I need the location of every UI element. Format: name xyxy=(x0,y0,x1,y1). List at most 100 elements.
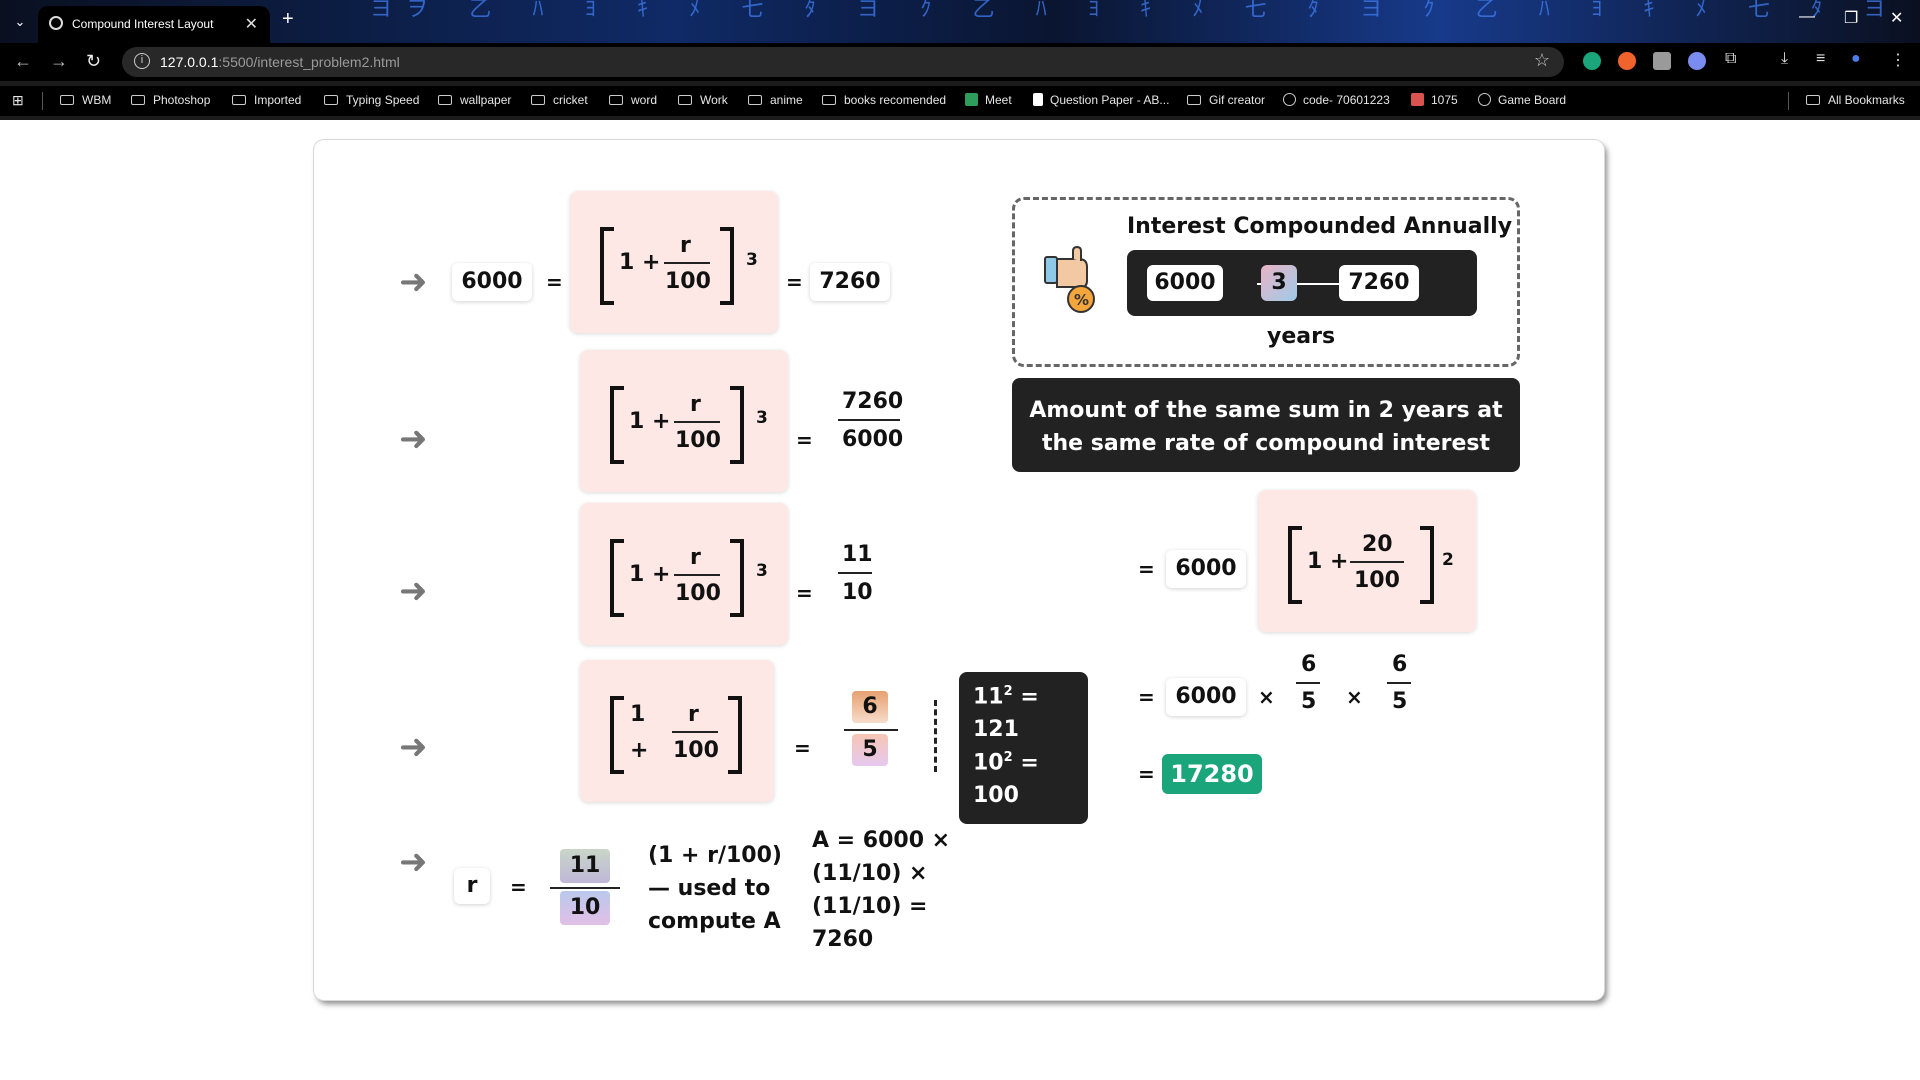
rate-numerator: 20 xyxy=(1362,532,1393,557)
puzzle-extensions-icon[interactable]: ⧉ xyxy=(1725,50,1736,68)
folder-icon xyxy=(822,95,836,105)
summary-title: Interest Compounded Annually xyxy=(1127,214,1513,239)
folder-icon xyxy=(1806,95,1820,105)
folder-icon xyxy=(60,95,74,105)
fraction-bar xyxy=(1350,561,1404,563)
folder-icon xyxy=(678,95,692,105)
one: 1 xyxy=(630,702,646,727)
fraction-bar xyxy=(550,887,620,889)
numerator-r: r xyxy=(680,233,691,258)
right-bracket xyxy=(730,539,744,617)
fraction-bar xyxy=(1387,682,1411,684)
bookmark-1075[interactable]: 1075 xyxy=(1411,93,1458,107)
window-close-icon[interactable]: ✕ xyxy=(1890,8,1903,28)
page-content: ➜ 6000 = 1 + r 100 3 = 7260 ➜ 1 + r 100 … xyxy=(0,120,1920,1080)
bookmark-meet[interactable]: Meet xyxy=(965,93,1012,107)
bookmark-gif-creator[interactable]: Gif creator xyxy=(1187,93,1265,107)
step-arrow-icon: ➜ xyxy=(399,842,428,882)
bookmark-code[interactable]: code- 70601223 xyxy=(1283,93,1390,107)
denominator-100: 100 xyxy=(675,581,721,606)
profile-icon[interactable]: ● xyxy=(1851,50,1861,68)
browser-chrome: ヨヲ 乙 ﾊ ﾖ ｷ ﾒ 七 ﾀ ヨ ｸ 乙 ﾊ ﾖ ｷ ﾒ 七 ﾀ ヨ ｸ 乙… xyxy=(0,0,1920,120)
folder-icon xyxy=(324,95,338,105)
folder-icon xyxy=(232,95,246,105)
extension-blue-icon[interactable] xyxy=(1688,52,1706,70)
extension-green-icon[interactable] xyxy=(1583,52,1601,70)
bookmark-cricket[interactable]: cricket xyxy=(531,93,588,107)
bookmark-books[interactable]: books recomended xyxy=(822,93,946,107)
equals-sign: = xyxy=(796,428,813,452)
meet-icon xyxy=(965,93,978,106)
principal-box: 6000 xyxy=(452,263,532,301)
bookmark-word[interactable]: word xyxy=(609,93,657,107)
denominator-100: 100 xyxy=(673,738,719,763)
folder-icon xyxy=(748,95,762,105)
media-control-icon[interactable]: ≡ xyxy=(1816,50,1825,68)
equals-sign: = xyxy=(510,875,527,899)
left-bracket xyxy=(610,539,624,617)
tab-close-icon[interactable]: ✕ xyxy=(245,14,258,34)
expression-box: 1 + r 100 xyxy=(580,660,774,802)
formula-text: A = 6000 × (11/10) × (11/10) = 7260 xyxy=(812,828,951,952)
minimize-icon[interactable]: — xyxy=(1799,8,1815,26)
menu-kebab-icon[interactable]: ⋮ xyxy=(1890,50,1906,70)
equals-sign: = xyxy=(546,270,563,294)
back-arrow-icon[interactable]: ← xyxy=(14,51,32,72)
tab-search-chevron-icon[interactable]: ⌄ xyxy=(8,10,32,34)
left-bracket xyxy=(1288,526,1302,604)
reload-icon[interactable]: ↻ xyxy=(86,51,101,72)
one-plus: 1 + xyxy=(629,409,671,434)
bookmark-wallpaper[interactable]: wallpaper xyxy=(438,93,511,107)
fraction-bar xyxy=(672,731,718,733)
times-sign: × xyxy=(1258,685,1275,709)
bookmark-anime[interactable]: anime xyxy=(748,93,803,107)
tab-title: Compound Interest Layout xyxy=(72,17,214,31)
address-bar[interactable]: i 127.0.0.1:5500/interest_problem2.html … xyxy=(122,47,1564,77)
years-chip: 3 xyxy=(1261,265,1297,301)
bookmark-photoshop[interactable]: Photoshop xyxy=(131,93,210,107)
one-plus: 1 + xyxy=(619,250,661,275)
bookmark-imported[interactable]: Imported xyxy=(232,93,301,107)
bookmark-work[interactable]: Work xyxy=(678,93,728,107)
bookmark-game-board[interactable]: Game Board xyxy=(1478,93,1566,107)
summary-panel: % Interest Compounded Annually 6000 3 72… xyxy=(1012,197,1520,367)
exponent: 3 xyxy=(746,250,758,270)
principal-box: 6000 xyxy=(1166,550,1246,588)
left-bracket xyxy=(610,386,624,464)
fraction-denominator: 6000 xyxy=(842,427,904,452)
bookmark-star-icon[interactable]: ☆ xyxy=(1534,50,1550,71)
square-line-1: 112 = xyxy=(973,684,1039,710)
globe-icon xyxy=(49,16,63,30)
all-bookmarks[interactable]: All Bookmarks xyxy=(1806,93,1905,107)
money-hand-icon: % xyxy=(1044,245,1095,313)
bookmark-separator xyxy=(42,92,43,110)
question-text: Amount of the same sum in 2 years at the… xyxy=(1029,398,1503,456)
tab-active[interactable]: Compound Interest Layout ✕ xyxy=(38,6,270,43)
bookmark-typing-speed[interactable]: Typing Speed xyxy=(324,93,419,107)
bookmark-wbm[interactable]: WBM xyxy=(60,93,111,107)
site-info-icon[interactable]: i xyxy=(134,53,150,69)
bookmark-question-paper[interactable]: Question Paper - AB... xyxy=(1033,93,1169,107)
fraction-denominator: 10 xyxy=(842,580,873,605)
url-text[interactable]: 127.0.0.1:5500/interest_problem2.html xyxy=(160,54,400,70)
question-banner: Amount of the same sum in 2 years at the… xyxy=(1012,378,1520,472)
bookmarks-bar: ⊞ WBM Photoshop Imported Typing Speed wa… xyxy=(0,86,1920,116)
fraction-numerator: 6 xyxy=(1301,652,1317,677)
problem-card: ➜ 6000 = 1 + r 100 3 = 7260 ➜ 1 + r 100 … xyxy=(314,140,1604,1000)
folder-icon xyxy=(1187,95,1201,105)
new-tab-plus-icon[interactable]: + xyxy=(282,8,294,31)
left-bracket xyxy=(610,696,624,774)
download-icon[interactable]: ⤓ xyxy=(1781,50,1788,68)
extension-orange-icon[interactable] xyxy=(1618,52,1636,70)
amount-chip: 7260 xyxy=(1339,265,1419,301)
fraction-numerator: 11 xyxy=(842,542,873,567)
denominator-100: 100 xyxy=(1354,568,1400,593)
years-label: years xyxy=(1267,324,1336,349)
forward-arrow-icon[interactable]: → xyxy=(50,51,68,72)
apps-grid-icon[interactable]: ⊞ xyxy=(12,92,24,109)
camera-icon[interactable] xyxy=(1653,52,1671,70)
folder-icon xyxy=(609,95,623,105)
result-badge: 17280 xyxy=(1162,754,1262,794)
restore-icon[interactable]: ❐ xyxy=(1844,8,1858,28)
right-bracket xyxy=(1420,526,1434,604)
